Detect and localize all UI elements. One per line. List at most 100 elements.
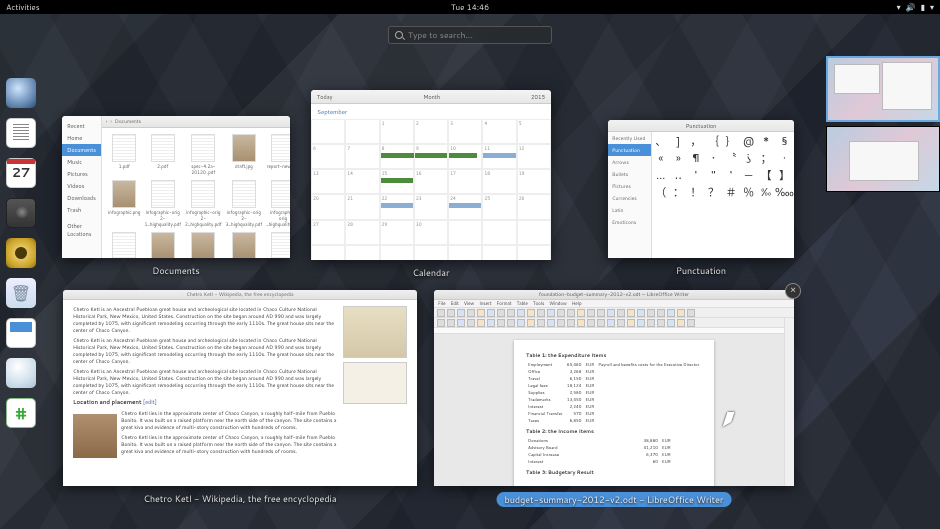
character-glyph[interactable]: @ xyxy=(743,133,754,149)
file-item[interactable]: infographic.png xyxy=(108,180,140,228)
toolbar-button[interactable] xyxy=(517,319,525,327)
characters-category[interactable]: Currencies xyxy=(608,192,651,204)
battery-icon[interactable]: ▮ xyxy=(921,1,925,13)
dash-show-applications[interactable] xyxy=(6,438,36,468)
toolbar-button[interactable] xyxy=(487,309,495,317)
file-item[interactable]: DSC_0012.jpg xyxy=(185,232,222,258)
calendar-cell[interactable] xyxy=(311,245,345,260)
character-glyph[interactable]: … xyxy=(656,167,665,183)
calendar-cell[interactable] xyxy=(517,220,551,245)
character-glyph[interactable]: ‥ xyxy=(675,167,682,183)
character-glyph[interactable]: （ xyxy=(655,184,666,200)
files-sidebar-item[interactable]: Videos xyxy=(62,180,101,192)
toolbar-button[interactable] xyxy=(677,309,685,317)
dash-app-weather[interactable] xyxy=(6,358,36,388)
toolbar-button[interactable] xyxy=(567,309,575,317)
calendar-cell[interactable]: 25 xyxy=(482,194,516,219)
menu-item[interactable]: Window xyxy=(549,301,566,307)
character-glyph[interactable]: 、 xyxy=(655,133,666,149)
calendar-cell[interactable]: 19 xyxy=(517,169,551,194)
toolbar-button[interactable] xyxy=(677,319,685,327)
calendar-cell[interactable]: 6 xyxy=(311,144,345,169)
toolbar-button[interactable] xyxy=(517,309,525,317)
wifi-icon[interactable]: ▾ xyxy=(897,1,901,13)
toolbar-button[interactable] xyxy=(467,319,475,327)
toolbar-button[interactable] xyxy=(447,319,455,327)
toolbar-button[interactable] xyxy=(607,309,615,317)
toolbar-button[interactable] xyxy=(597,319,605,327)
dash-app-chat[interactable] xyxy=(6,398,36,428)
calendar-cell[interactable]: 15 xyxy=(380,169,414,194)
calendar-event[interactable] xyxy=(449,203,481,208)
calendar-cell[interactable] xyxy=(482,245,516,260)
toolbar-button[interactable] xyxy=(497,319,505,327)
toolbar-button[interactable] xyxy=(627,319,635,327)
calendar-cell[interactable]: 10 xyxy=(448,144,482,169)
character-glyph[interactable]: 【 xyxy=(761,167,772,183)
calendar-cell[interactable]: 29 xyxy=(380,220,414,245)
lo-page-area[interactable]: Table 1: the Expenditure ItemsEmployment… xyxy=(434,334,794,486)
overview-window-characters[interactable]: Punctuation Recently UsedPunctuationArro… xyxy=(608,120,794,277)
overview-window-calendar[interactable]: Today Month 2015 September 1234567891011… xyxy=(311,90,551,279)
menu-item[interactable]: Help xyxy=(572,301,582,307)
file-item[interactable] xyxy=(266,232,290,258)
workspace-thumb-1[interactable] xyxy=(826,56,940,122)
calendar-cell[interactable]: 30 xyxy=(414,220,448,245)
calendar-today-button[interactable]: Today xyxy=(317,93,332,101)
calendar-event[interactable] xyxy=(483,153,515,158)
toolbar-button[interactable] xyxy=(467,309,475,317)
characters-category[interactable]: Bullets xyxy=(608,168,651,180)
toolbar-button[interactable] xyxy=(447,309,455,317)
toolbar-button[interactable] xyxy=(637,319,645,327)
toolbar-button[interactable] xyxy=(537,319,545,327)
dash-app-browser[interactable] xyxy=(6,78,36,108)
character-glyph[interactable]: ′ xyxy=(695,167,697,183)
overview-window-libreoffice[interactable]: × foundation-budget-summary-2012-v2.odt … xyxy=(434,290,794,509)
menu-item[interactable]: Format xyxy=(497,301,512,307)
toolbar-button[interactable] xyxy=(457,319,465,327)
character-glyph[interactable]: ％ xyxy=(743,184,754,200)
dash-app-photos[interactable] xyxy=(6,198,36,228)
calendar-cell[interactable] xyxy=(448,220,482,245)
menu-item[interactable]: File xyxy=(438,301,446,307)
toolbar-button[interactable] xyxy=(627,309,635,317)
character-glyph[interactable]: ‱ xyxy=(775,184,794,200)
overview-window-browser[interactable]: Chetro Ketl - Wikipedia, the free encycl… xyxy=(63,290,417,505)
calendar-cell[interactable]: 27 xyxy=(311,220,345,245)
overview-search[interactable]: Type to search... xyxy=(388,26,552,44)
character-glyph[interactable]: § xyxy=(781,133,787,149)
characters-category[interactable]: Punctuation xyxy=(608,144,651,156)
file-item[interactable]: poster-2014.pdf xyxy=(108,232,140,258)
files-sidebar-item[interactable]: Other Locations xyxy=(62,220,101,240)
files-sidebar-item[interactable]: Downloads xyxy=(62,192,101,204)
character-glyph[interactable]: ｝ xyxy=(726,133,737,149)
file-item[interactable]: report-new.pdf xyxy=(266,134,290,176)
toolbar-button[interactable] xyxy=(577,319,585,327)
calendar-cell[interactable]: 18 xyxy=(482,169,516,194)
clock[interactable]: Tue 14:46 xyxy=(451,1,489,13)
calendar-event[interactable] xyxy=(381,203,413,208)
toolbar-button[interactable] xyxy=(637,309,645,317)
files-sidebar-item[interactable]: Pictures xyxy=(62,168,101,180)
lo-toolbar-1[interactable] xyxy=(434,308,794,318)
dash-app-text-editor[interactable] xyxy=(6,118,36,148)
character-glyph[interactable]: • xyxy=(712,150,715,166)
file-item[interactable]: 1.pdf xyxy=(108,134,140,176)
calendar-cell[interactable]: 24 xyxy=(448,194,482,219)
character-glyph[interactable]: · xyxy=(783,150,786,166)
files-sidebar-item[interactable]: Documents xyxy=(62,144,101,156)
calendar-cell[interactable]: 13 xyxy=(311,169,345,194)
character-glyph[interactable]: ″ xyxy=(711,167,715,183)
calendar-view-switcher[interactable]: Month xyxy=(332,93,531,101)
file-item[interactable] xyxy=(144,232,181,258)
calendar-cell[interactable] xyxy=(517,245,551,260)
toolbar-button[interactable] xyxy=(557,319,565,327)
overview-window-documents[interactable]: RecentHomeDocumentsMusicPicturesVideosDo… xyxy=(62,116,290,277)
dash-app-calendar[interactable]: 27 xyxy=(6,158,36,188)
calendar-cell[interactable]: 3 xyxy=(448,119,482,144)
file-item[interactable]: draft.jpg xyxy=(226,134,263,176)
workspace-thumb-2[interactable] xyxy=(826,126,940,192)
character-glyph[interactable]: ¶ xyxy=(692,150,699,166)
calendar-cell[interactable] xyxy=(345,245,379,260)
character-glyph[interactable]: ； xyxy=(761,150,772,166)
